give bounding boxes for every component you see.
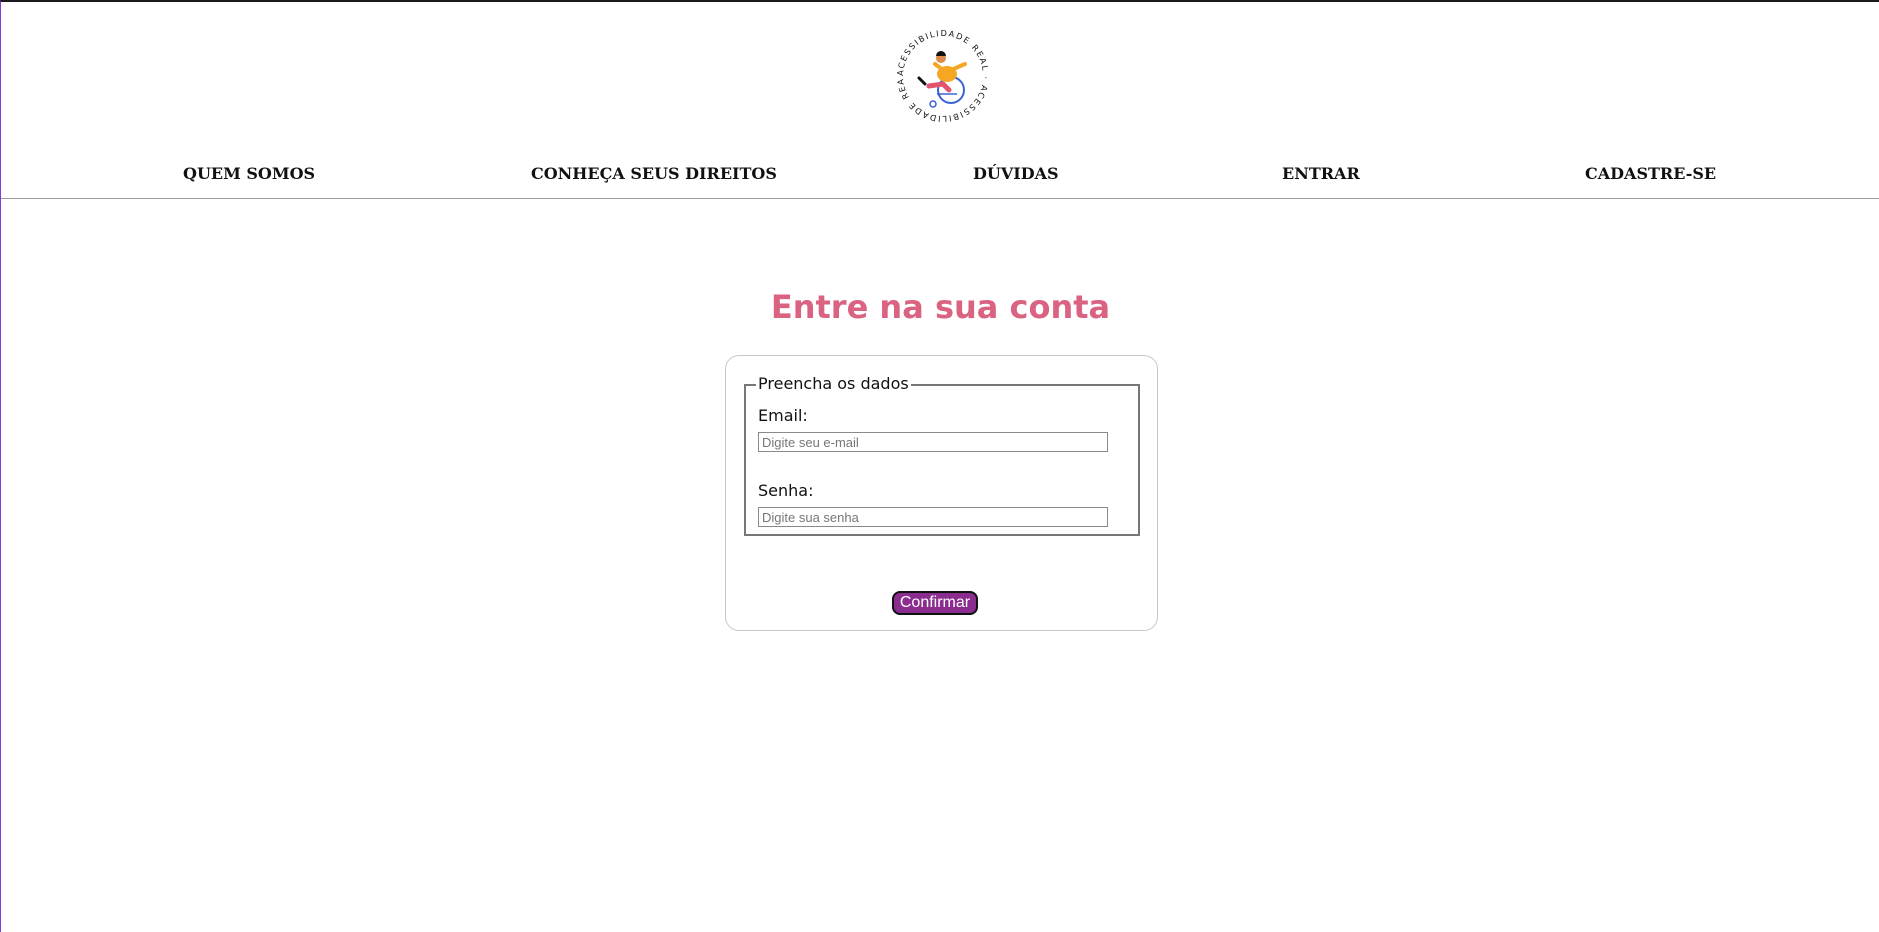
confirm-button[interactable]: Confirmar — [892, 591, 978, 615]
nav-item-cadastre-se[interactable]: CADASTRE-SE — [1585, 164, 1716, 183]
page-title: Entre na sua conta — [770, 288, 1111, 326]
nav-item-entrar[interactable]: ENTRAR — [1282, 164, 1360, 183]
email-field[interactable] — [758, 432, 1108, 452]
password-label: Senha: — [758, 481, 814, 500]
nav-item-duvidas[interactable]: DÚVIDAS — [973, 164, 1059, 183]
fieldset-legend: Preencha os dados — [756, 374, 911, 394]
login-fieldset: Preencha os dados Email: Senha: — [744, 374, 1140, 536]
password-field[interactable] — [758, 507, 1108, 527]
email-label: Email: — [758, 406, 808, 425]
login-card: Preencha os dados Email: Senha: Confirma… — [725, 355, 1158, 631]
nav-item-quem-somos[interactable]: QUEM SOMOS — [183, 164, 315, 183]
nav-item-conheca-seus-direitos[interactable]: CONHEÇA SEUS DIREITOS — [531, 164, 777, 183]
wheelchair-person-logo-icon: ACESSIBILIDADE REAL · ACESSIBILIDADE REA… — [891, 24, 989, 124]
site-logo[interactable]: ACESSIBILIDADE REAL · ACESSIBILIDADE REA… — [891, 24, 995, 128]
site-header: ACESSIBILIDADE REAL · ACESSIBILIDADE REA… — [1, 2, 1879, 199]
